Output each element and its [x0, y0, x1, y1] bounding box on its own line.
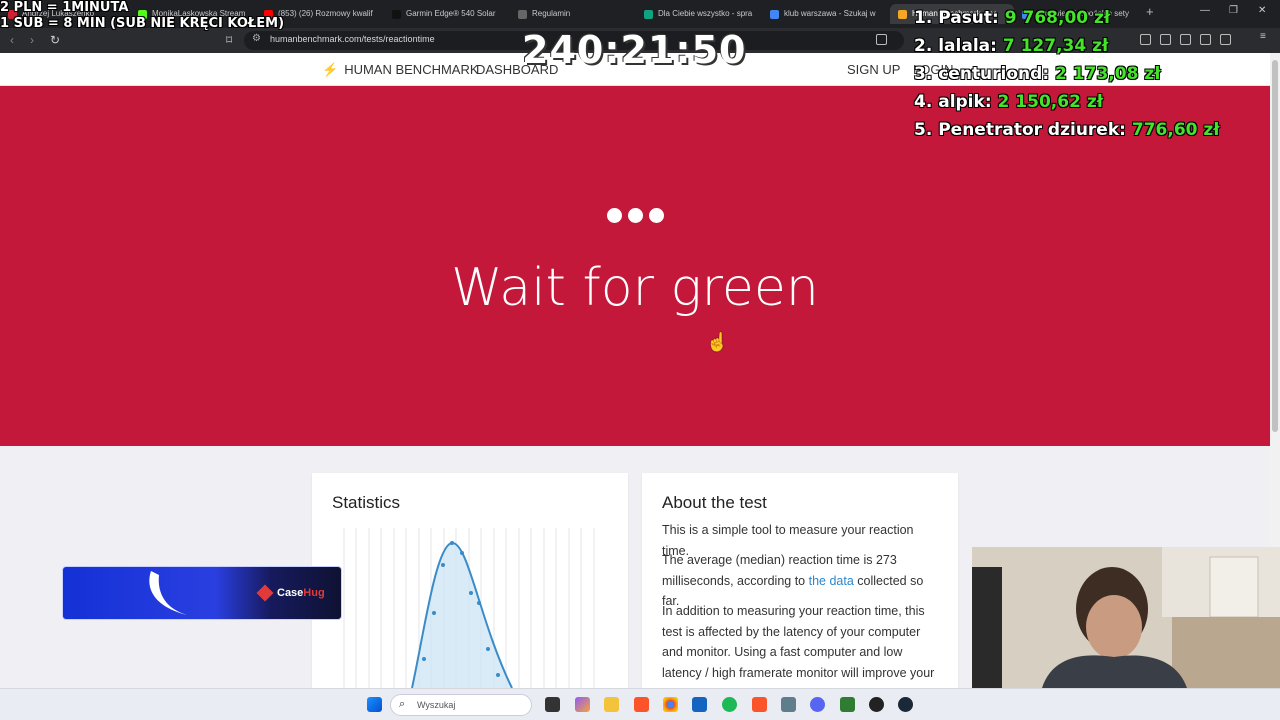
tab-4[interactable]: Garmin Edge® 540 Solar	[392, 4, 510, 24]
brave-active-icon[interactable]	[752, 697, 767, 712]
brand-link[interactable]: ⚡ HUMAN BENCHMARK	[322, 62, 479, 78]
back-icon[interactable]: ‹	[10, 33, 14, 47]
store-icon[interactable]	[692, 697, 707, 712]
about-card: About the test This is a simple tool to …	[642, 473, 958, 700]
casehug-logo: CaseHug	[256, 584, 325, 602]
promo-line-1: 2 PLN = 1MINUTA	[0, 0, 129, 15]
tab-7[interactable]: klub warszawa - Szukaj w	[770, 4, 882, 24]
sponsor-banner: CaseHug	[62, 566, 342, 620]
minimize-icon[interactable]: —	[1200, 5, 1210, 16]
tab-6[interactable]: Dla Ciebie wszystko - spra	[644, 4, 762, 24]
bolt-icon: ⚡	[322, 62, 339, 77]
leaderboard-row: 5. Penetrator dziurek: 776,60 zł	[914, 120, 1220, 140]
discord-icon[interactable]	[810, 697, 825, 712]
extension-icon[interactable]	[1140, 34, 1151, 45]
taskbar-search[interactable]: ⌕ Wyszukaj	[390, 694, 532, 716]
tab-favicon	[644, 9, 653, 19]
forward-icon[interactable]: ›	[30, 33, 34, 47]
vpn-icon[interactable]	[1220, 34, 1231, 45]
stream-promo-text: 2 PLN = 1MINUTA 1 SUB = 8 MIN (SUB NIE K…	[0, 0, 284, 32]
tab-5[interactable]: Regulamin	[518, 4, 636, 24]
plus-icon[interactable]: +	[1146, 4, 1154, 19]
cube-icon	[256, 584, 274, 602]
maximize-icon[interactable]: ❐	[1229, 5, 1238, 16]
webcam-feed	[972, 547, 1280, 688]
site-info-icon[interactable]: ⚙	[252, 33, 261, 44]
leaderboard-row: 4. alpik: 2 150,62 zł	[914, 92, 1104, 112]
reaction-test-area[interactable]: Wait for green	[0, 86, 1270, 446]
tab-favicon	[392, 9, 401, 19]
chrome-icon[interactable]	[663, 697, 678, 712]
steam-icon[interactable]	[898, 697, 913, 712]
close-window-icon[interactable]: ✕	[1258, 5, 1266, 16]
tab-favicon	[518, 9, 527, 19]
hand-cursor-icon: ☝	[706, 332, 729, 352]
ellipsis-icon	[0, 208, 1270, 223]
wallet-icon[interactable]	[1180, 34, 1191, 45]
scrollbar-thumb[interactable]	[1272, 60, 1278, 432]
sidebar-icon[interactable]	[1160, 34, 1171, 45]
about-title: About the test	[662, 493, 767, 512]
test-heading: Wait for green	[451, 258, 819, 318]
ai-icon[interactable]	[1200, 34, 1211, 45]
url-text: humanbenchmark.com/tests/reactiontime	[270, 34, 435, 44]
windows-taskbar: ⌕ Wyszukaj	[0, 688, 1280, 720]
obs-icon[interactable]	[869, 697, 884, 712]
spotify-icon[interactable]	[722, 697, 737, 712]
tab-favicon	[770, 9, 779, 19]
copilot-icon[interactable]	[575, 697, 590, 712]
leaderboard-row: 2. lalala: 7 127,34 zł	[914, 36, 1109, 56]
signup-link[interactable]: SIGN UP	[847, 62, 900, 77]
promo-line-2: 1 SUB = 8 MIN (SUB NIE KRĘCI KOŁEM)	[0, 16, 285, 31]
file-explorer-icon[interactable]	[604, 697, 619, 712]
brave-icon[interactable]	[634, 697, 649, 712]
leaderboard-row: 3. centuriond: 2 173,08 zł	[914, 64, 1161, 84]
tab-favicon	[898, 9, 907, 19]
bookmark-icon[interactable]: ⌑	[226, 33, 232, 47]
swoosh-graphic	[149, 571, 187, 615]
task-view-icon[interactable]	[545, 697, 560, 712]
statistics-card: Statistics	[312, 473, 628, 688]
notepad-icon[interactable]	[840, 697, 855, 712]
stream-timer: 240:21:50	[522, 28, 747, 72]
webcam-scene	[972, 547, 1280, 688]
leaderboard-row: 1. Pasut: 9 768,00 zł	[914, 8, 1111, 28]
calculator-icon[interactable]	[781, 697, 796, 712]
distribution-chart	[343, 528, 595, 688]
search-icon: ⌕	[399, 698, 406, 710]
translate-icon[interactable]	[876, 34, 887, 45]
menu-icon[interactable]: ≡	[1260, 31, 1271, 42]
data-link[interactable]: the data	[809, 574, 854, 588]
start-icon[interactable]	[367, 697, 382, 712]
reload-icon[interactable]: ↻	[50, 33, 60, 47]
